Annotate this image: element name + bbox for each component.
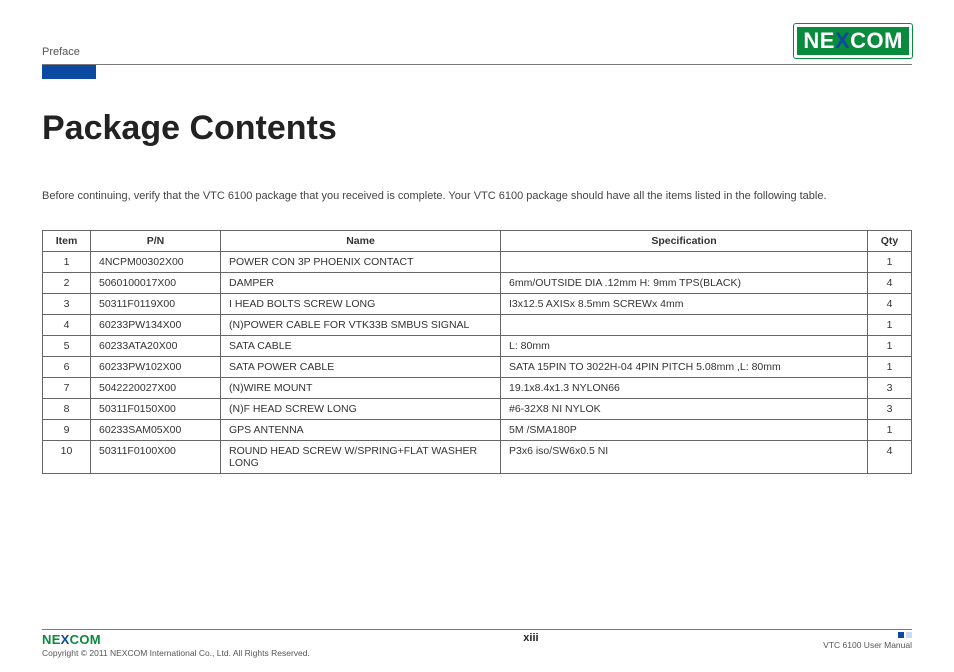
cell-spec [501,314,868,335]
cell-item: 3 [43,293,91,314]
col-name: Name [221,230,501,251]
table-row: 850311F0150X00(N)F HEAD SCREW LONG#6-32X… [43,398,912,419]
cell-pn: 5060100017X00 [91,272,221,293]
cell-item: 1 [43,251,91,272]
cell-name: DAMPER [221,272,501,293]
cell-name: (N)WIRE MOUNT [221,377,501,398]
footer-logo-seg-2: X [61,632,70,647]
cell-qty: 4 [868,272,912,293]
cell-qty: 4 [868,440,912,473]
table-row: 660233PW102X00SATA POWER CABLESATA 15PIN… [43,356,912,377]
logo-seg-1: NE [803,28,835,54]
cell-spec: 19.1x8.4x1.3 NYLON66 [501,377,868,398]
table-row: 14NCPM00302X00POWER CON 3P PHOENIX CONTA… [43,251,912,272]
footer-logo-seg-1: NE [42,632,61,647]
table-row: 460233PW134X00(N)POWER CABLE FOR VTK33B … [43,314,912,335]
cell-qty: 3 [868,398,912,419]
col-item: Item [43,230,91,251]
table-row: 960233SAM05X00GPS ANTENNA5M /SMA180P1 [43,419,912,440]
cell-qty: 1 [868,251,912,272]
table-row: 25060100017X00DAMPER6mm/OUTSIDE DIA .12m… [43,272,912,293]
cell-name: (N)POWER CABLE FOR VTK33B SMBUS SIGNAL [221,314,501,335]
intro-paragraph: Before continuing, verify that the VTC 6… [42,188,912,206]
cell-spec: 6mm/OUTSIDE DIA .12mm H: 9mm TPS(BLACK) [501,272,868,293]
table-row: 560233ATA20X00SATA CABLEL: 80mm1 [43,335,912,356]
cell-spec: SATA 15PIN TO 3022H-04 4PIN PITCH 5.08mm… [501,356,868,377]
cell-pn: 60233ATA20X00 [91,335,221,356]
table-row: 1050311F0100X00ROUND HEAD SCREW W/SPRING… [43,440,912,473]
cell-pn: 50311F0100X00 [91,440,221,473]
cell-spec: I3x12.5 AXISx 8.5mm SCREWx 4mm [501,293,868,314]
cell-pn: 5042220027X00 [91,377,221,398]
cell-name: ROUND HEAD SCREW W/SPRING+FLAT WASHER LO… [221,440,501,473]
table-header-row: Item P/N Name Specification Qty [43,230,912,251]
cell-item: 9 [43,419,91,440]
page-number: xiii [310,632,752,644]
cell-name: GPS ANTENNA [221,419,501,440]
col-spec: Specification [501,230,868,251]
footer-accent-icon [752,632,912,638]
cell-name: SATA POWER CABLE [221,356,501,377]
section-label: Preface [42,46,80,58]
cell-name: POWER CON 3P PHOENIX CONTACT [221,251,501,272]
cell-qty: 4 [868,293,912,314]
copyright-text: Copyright © 2011 NEXCOM International Co… [42,648,310,658]
cell-spec: L: 80mm [501,335,868,356]
logo-seg-3: COM [850,28,903,54]
table-row: 75042220027X00(N)WIRE MOUNT19.1x8.4x1.3 … [43,377,912,398]
cell-spec: P3x6 iso/SW6x0.5 NI [501,440,868,473]
cell-qty: 3 [868,377,912,398]
brand-logo: NE X COM [794,24,912,58]
cell-item: 2 [43,272,91,293]
footer-logo-seg-3: COM [70,632,101,647]
cell-qty: 1 [868,419,912,440]
table-row: 350311F0119X00I HEAD BOLTS SCREW LONGI3x… [43,293,912,314]
cell-pn: 60233PW102X00 [91,356,221,377]
cell-pn: 50311F0119X00 [91,293,221,314]
header-rule [42,64,912,65]
cell-pn: 60233PW134X00 [91,314,221,335]
cell-name: I HEAD BOLTS SCREW LONG [221,293,501,314]
page-title: Package Contents [42,109,912,148]
logo-seg-2: X [835,28,850,54]
col-pn: P/N [91,230,221,251]
cell-name: SATA CABLE [221,335,501,356]
cell-spec: 5M /SMA180P [501,419,868,440]
cell-qty: 1 [868,356,912,377]
cell-pn: 50311F0150X00 [91,398,221,419]
footer-brand-logo: NEXCOM [42,632,310,647]
footer-rule [42,629,912,630]
header-tab-accent [42,65,96,79]
cell-item: 5 [43,335,91,356]
cell-item: 10 [43,440,91,473]
col-qty: Qty [868,230,912,251]
cell-item: 8 [43,398,91,419]
cell-qty: 1 [868,314,912,335]
cell-pn: 60233SAM05X00 [91,419,221,440]
cell-name: (N)F HEAD SCREW LONG [221,398,501,419]
cell-item: 7 [43,377,91,398]
cell-pn: 4NCPM00302X00 [91,251,221,272]
cell-qty: 1 [868,335,912,356]
manual-name: VTC 6100 User Manual [752,640,912,650]
cell-item: 4 [43,314,91,335]
cell-item: 6 [43,356,91,377]
cell-spec: #6-32X8 NI NYLOK [501,398,868,419]
cell-spec [501,251,868,272]
package-contents-table: Item P/N Name Specification Qty 14NCPM00… [42,230,912,474]
